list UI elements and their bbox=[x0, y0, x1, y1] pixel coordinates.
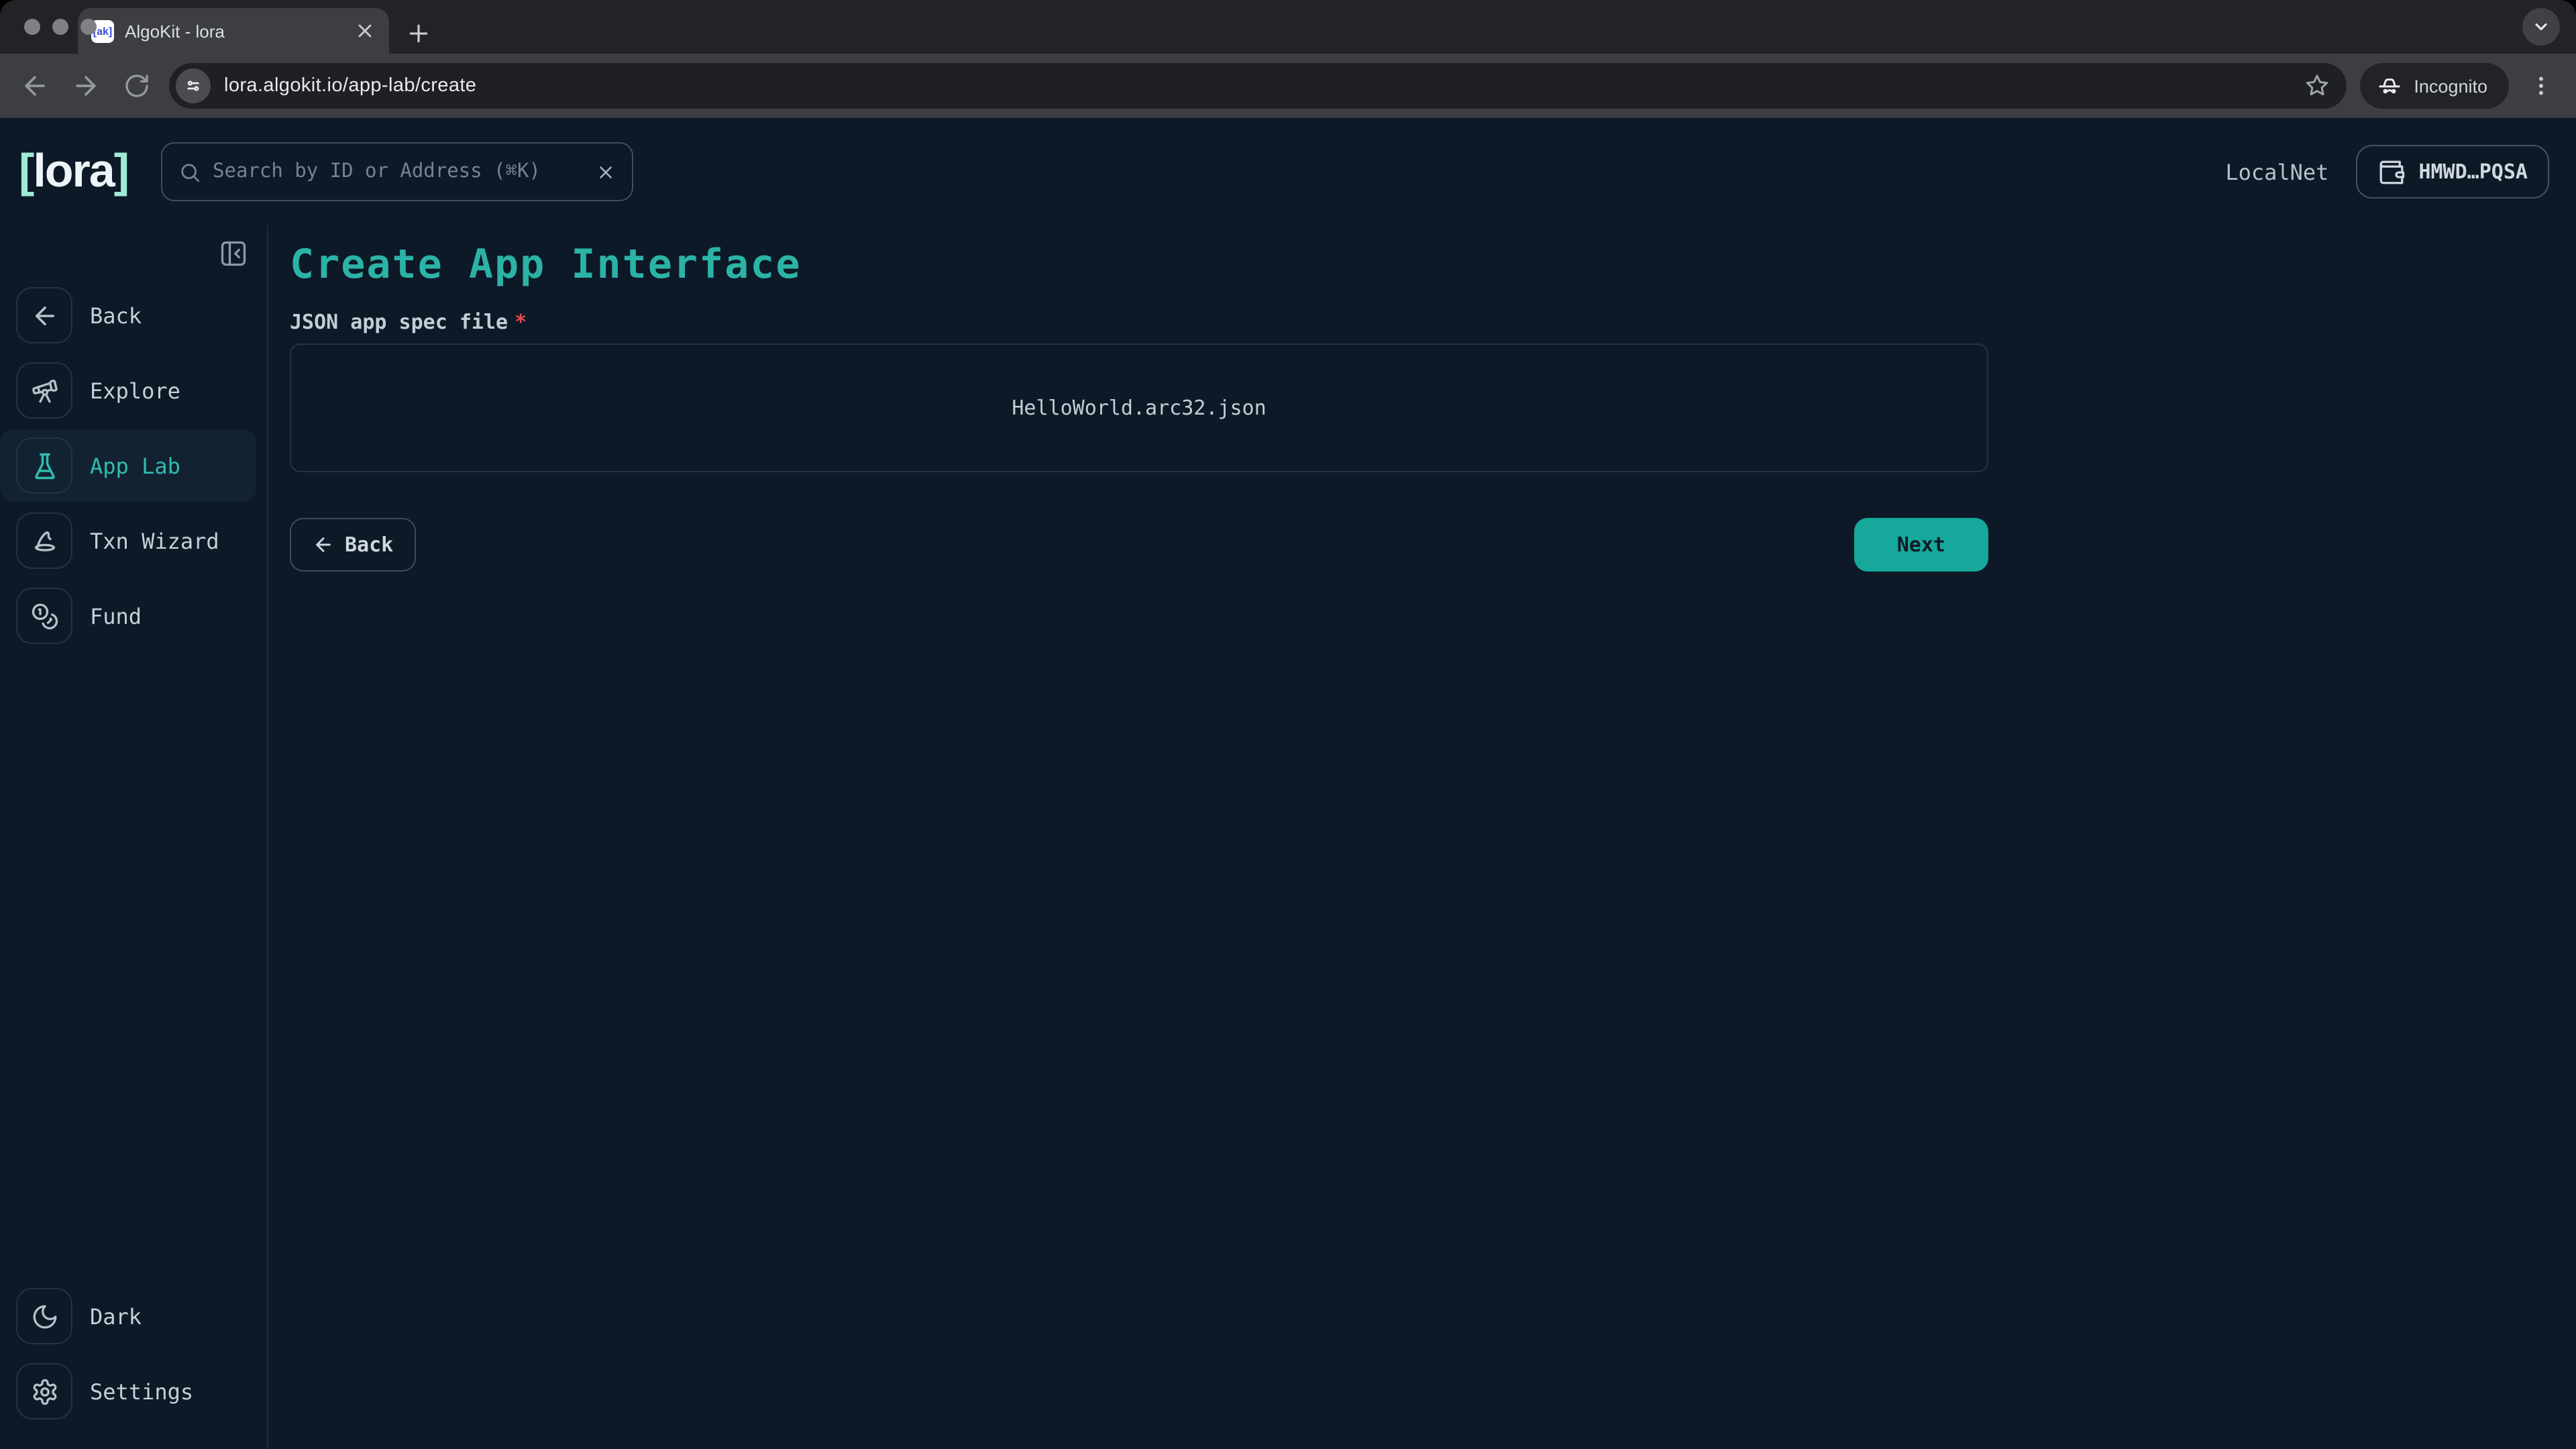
create-app-form: JSON app spec file* HelloWorld.arc32.jso… bbox=[290, 310, 1988, 572]
required-marker: * bbox=[515, 310, 527, 334]
sidebar-item-theme-toggle[interactable]: Dark bbox=[0, 1280, 256, 1352]
coins-icon bbox=[30, 602, 58, 630]
browser-toolbar: lora.algokit.io/app-lab/create Incognito bbox=[0, 54, 2576, 118]
chevron-down-icon bbox=[2532, 17, 2551, 36]
sidebar-item-settings[interactable]: Settings bbox=[0, 1355, 256, 1428]
site-settings-button[interactable] bbox=[176, 68, 211, 103]
tab-close-icon[interactable] bbox=[354, 20, 376, 42]
wallet-button[interactable]: HMWD…PQSA bbox=[2355, 145, 2549, 199]
main-content: Create App Interface JSON app spec file*… bbox=[268, 225, 2576, 1449]
telescope-icon bbox=[30, 376, 58, 405]
tab-title: AlgoKit - lora bbox=[125, 21, 343, 41]
wizard-hat-icon bbox=[30, 527, 58, 555]
moon-icon bbox=[30, 1302, 58, 1330]
window-zoom-button[interactable] bbox=[80, 19, 97, 35]
search-clear-icon[interactable] bbox=[595, 162, 615, 182]
window-close-button[interactable] bbox=[24, 19, 40, 35]
window-minimize-button[interactable] bbox=[52, 19, 68, 35]
wallet-icon bbox=[2377, 158, 2405, 186]
sidebar-item-app-lab[interactable]: App Lab bbox=[0, 429, 256, 502]
file-field-label: JSON app spec file* bbox=[290, 310, 1988, 334]
sidebar-nav: Back Explore App Lab Txn Wizard bbox=[0, 279, 267, 652]
arrow-left-icon bbox=[30, 301, 58, 329]
tab-search-button[interactable] bbox=[2522, 8, 2560, 46]
incognito-badge: Incognito bbox=[2360, 63, 2509, 109]
search-icon bbox=[178, 160, 201, 183]
kebab-menu-icon bbox=[2529, 74, 2553, 98]
search-input[interactable] bbox=[213, 161, 583, 182]
star-icon bbox=[2304, 72, 2330, 99]
url-text: lora.algokit.io/app-lab/create bbox=[224, 75, 2290, 97]
arrow-left-icon bbox=[313, 534, 334, 555]
browser-window: [ak] AlgoKit - lora lora.algokit.io/a bbox=[0, 0, 2576, 1449]
wallet-address: HMWD…PQSA bbox=[2418, 160, 2528, 184]
sidebar-item-label: Txn Wizard bbox=[90, 528, 219, 553]
sidebar-item-label: Back bbox=[90, 303, 142, 328]
window-controls bbox=[24, 19, 97, 35]
sidebar-footer: Dark Settings bbox=[0, 1280, 267, 1428]
global-search[interactable] bbox=[160, 142, 633, 201]
panel-collapse-icon bbox=[219, 239, 248, 268]
sidebar: Back Explore App Lab Txn Wizard bbox=[0, 225, 268, 1449]
arrow-right-icon bbox=[71, 71, 101, 101]
tab-strip: [ak] AlgoKit - lora bbox=[0, 0, 2576, 54]
bookmark-star-icon[interactable] bbox=[2304, 72, 2330, 99]
new-tab-button[interactable] bbox=[405, 20, 432, 47]
selected-file-name: HelloWorld.arc32.json bbox=[1012, 396, 1266, 420]
file-drop-zone[interactable]: HelloWorld.arc32.json bbox=[290, 343, 1988, 472]
next-button[interactable]: Next bbox=[1854, 518, 1988, 572]
sidebar-item-label: Fund bbox=[90, 603, 142, 629]
back-button[interactable]: Back bbox=[290, 518, 416, 572]
incognito-label: Incognito bbox=[2414, 76, 2487, 96]
browser-tab[interactable]: [ak] AlgoKit - lora bbox=[78, 8, 389, 54]
sidebar-item-txn-wizard[interactable]: Txn Wizard bbox=[0, 504, 256, 577]
sidebar-item-label: Dark bbox=[90, 1303, 142, 1329]
browser-back-button[interactable] bbox=[16, 67, 54, 105]
tune-icon bbox=[182, 75, 204, 97]
sidebar-item-label: App Lab bbox=[90, 453, 180, 478]
form-actions: Back Next bbox=[290, 518, 1988, 572]
address-bar[interactable]: lora.algokit.io/app-lab/create bbox=[169, 63, 2347, 109]
network-label: LocalNet bbox=[2225, 159, 2328, 184]
lora-logo[interactable]: [lora] bbox=[19, 145, 128, 199]
flask-icon bbox=[30, 451, 58, 480]
page-title: Create App Interface bbox=[290, 241, 2576, 288]
sidebar-item-back[interactable]: Back bbox=[0, 279, 256, 352]
sidebar-item-fund[interactable]: Fund bbox=[0, 580, 256, 652]
lora-app: [lora] LocalNet HMWD…PQSA bbox=[0, 118, 2576, 1449]
gear-icon bbox=[30, 1377, 58, 1405]
browser-menu-button[interactable] bbox=[2522, 67, 2560, 105]
app-header: [lora] LocalNet HMWD…PQSA bbox=[0, 118, 2576, 225]
sidebar-collapse-button[interactable] bbox=[216, 236, 251, 271]
sidebar-item-explore[interactable]: Explore bbox=[0, 354, 256, 427]
browser-forward-button[interactable] bbox=[67, 67, 105, 105]
incognito-icon bbox=[2376, 72, 2403, 99]
sidebar-item-label: Settings bbox=[90, 1379, 193, 1404]
reload-icon bbox=[123, 72, 150, 99]
arrow-left-icon bbox=[20, 71, 50, 101]
browser-reload-button[interactable] bbox=[118, 67, 156, 105]
sidebar-item-label: Explore bbox=[90, 378, 180, 403]
